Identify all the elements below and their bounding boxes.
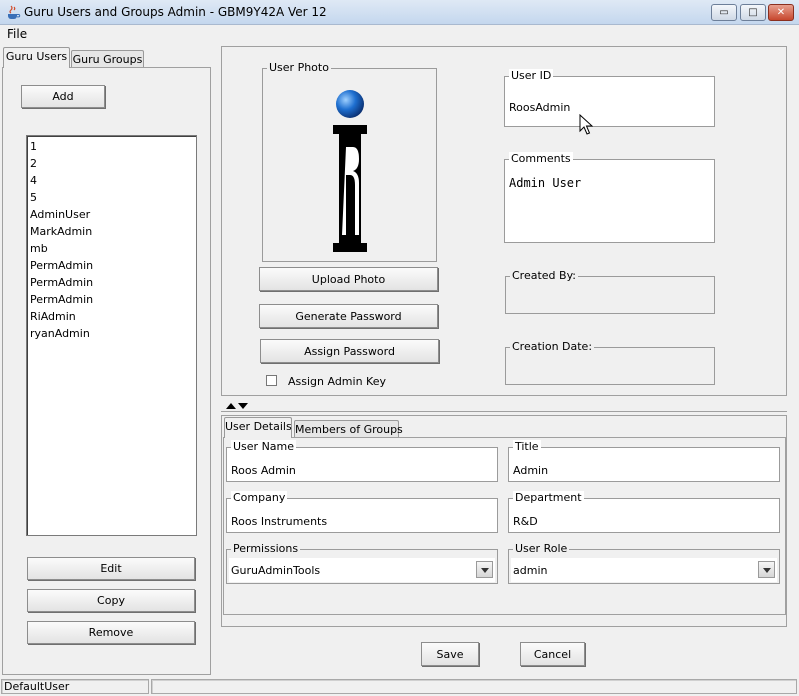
splitter-arrows-icon[interactable]: [225, 402, 249, 410]
java-app-icon: [8, 5, 21, 19]
user-id-label: User ID: [509, 69, 554, 82]
user-photo-group: User Photo: [262, 61, 437, 262]
title-value: Admin: [513, 464, 549, 477]
list-item[interactable]: ryanAdmin: [30, 327, 90, 340]
comments-label: Comments: [509, 152, 573, 165]
mouse-cursor-icon: [579, 114, 593, 135]
generate-password-button[interactable]: Generate Password: [259, 304, 438, 328]
maximize-button[interactable]: □: [740, 4, 766, 21]
company-label: Company: [231, 491, 288, 504]
tab-guru-users[interactable]: Guru Users: [3, 47, 70, 68]
list-item[interactable]: 5: [30, 191, 37, 204]
maximize-icon: □: [748, 7, 758, 18]
window-title: Guru Users and Groups Admin - GBM9Y42A V…: [24, 5, 327, 19]
list-item[interactable]: AdminUser: [30, 208, 90, 221]
add-user-button[interactable]: Add: [21, 85, 105, 108]
splitter-divider[interactable]: [221, 411, 787, 412]
list-item[interactable]: RiAdmin: [30, 310, 76, 323]
close-icon: ✕: [776, 7, 786, 18]
assign-admin-key-checkbox[interactable]: [266, 375, 277, 386]
user-role-value: admin: [513, 564, 548, 577]
user-id-field[interactable]: User ID RoosAdmin: [504, 69, 715, 127]
permissions-group: Permissions GuruAdminTools: [226, 542, 498, 584]
company-field[interactable]: Company Roos Instruments: [226, 491, 498, 533]
status-user: DefaultUser: [1, 679, 149, 694]
user-name-field[interactable]: User Name Roos Admin: [226, 440, 498, 482]
user-role-dropdown-icon[interactable]: [758, 561, 775, 578]
user-role-select[interactable]: admin: [511, 558, 777, 582]
assign-password-button[interactable]: Assign Password: [260, 339, 439, 363]
minimize-icon: ▭: [719, 7, 729, 18]
permissions-select[interactable]: GuruAdminTools: [229, 558, 495, 582]
cancel-button[interactable]: Cancel: [520, 642, 585, 666]
created-by-field: Created By:: [505, 269, 715, 314]
list-item[interactable]: 4: [30, 174, 37, 187]
title-label: Title: [513, 440, 541, 453]
copy-button[interactable]: Copy: [27, 589, 195, 612]
tab-user-details[interactable]: User Details: [224, 417, 292, 438]
permissions-dropdown-icon[interactable]: [476, 561, 493, 578]
list-item[interactable]: PermAdmin: [30, 276, 93, 289]
menu-bar: [0, 25, 799, 45]
list-item[interactable]: 2: [30, 157, 37, 170]
list-item[interactable]: mb: [30, 242, 48, 255]
minimize-button[interactable]: ▭: [711, 4, 737, 21]
comments-field[interactable]: Comments Admin User: [504, 152, 715, 243]
user-photo-label: User Photo: [267, 61, 331, 74]
list-item[interactable]: PermAdmin: [30, 259, 93, 272]
user-role-group: User Role admin: [508, 542, 780, 584]
company-value: Roos Instruments: [231, 515, 328, 528]
permissions-value: GuruAdminTools: [231, 564, 321, 577]
save-button[interactable]: Save: [421, 642, 479, 666]
status-message: [151, 679, 797, 694]
list-item[interactable]: 1: [30, 140, 37, 153]
list-item[interactable]: PermAdmin: [30, 293, 93, 306]
created-by-label: Created By:: [510, 269, 578, 282]
creation-date-field: Creation Date:: [505, 340, 715, 385]
remove-button[interactable]: Remove: [27, 621, 195, 644]
close-button[interactable]: ✕: [768, 4, 794, 21]
permissions-label: Permissions: [231, 542, 301, 555]
company-logo: [333, 90, 367, 252]
assign-admin-key-label: Assign Admin Key: [288, 375, 386, 388]
menu-file[interactable]: File: [7, 27, 27, 41]
user-id-value: RoosAdmin: [509, 101, 571, 114]
department-field[interactable]: Department R&D: [508, 491, 780, 533]
comments-value: Admin User: [509, 176, 582, 190]
creation-date-label: Creation Date:: [510, 340, 595, 353]
list-item[interactable]: MarkAdmin: [30, 225, 92, 238]
user-name-label: User Name: [231, 440, 297, 453]
title-field[interactable]: Title Admin: [508, 440, 780, 482]
user-name-value: Roos Admin: [231, 464, 296, 477]
title-bar[interactable]: Guru Users and Groups Admin - GBM9Y42A V…: [0, 0, 799, 25]
department-value: R&D: [513, 515, 538, 528]
users-list[interactable]: 1 2 4 5 AdminUser MarkAdmin mb PermAdmin PermAdm…: [26, 135, 197, 536]
edit-button[interactable]: Edit: [27, 557, 195, 580]
user-role-label: User Role: [513, 542, 570, 555]
upload-photo-button[interactable]: Upload Photo: [259, 267, 438, 291]
department-label: Department: [513, 491, 584, 504]
